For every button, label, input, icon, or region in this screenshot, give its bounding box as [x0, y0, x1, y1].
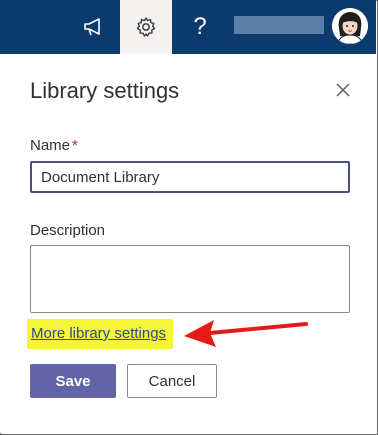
cancel-button[interactable]: Cancel — [127, 364, 217, 398]
description-label: Description — [30, 222, 106, 239]
user-name-redacted — [234, 16, 324, 34]
annotation-arrow-icon — [184, 320, 308, 347]
name-label: Name * — [30, 137, 78, 154]
settings-button[interactable] — [120, 0, 172, 54]
library-settings-panel: Library settings Name * Document Library … — [0, 54, 376, 433]
avatar[interactable] — [332, 8, 368, 44]
description-textarea[interactable] — [30, 245, 350, 313]
close-button[interactable] — [333, 80, 353, 100]
megaphone-icon — [84, 18, 100, 36]
top-bar: ? — [0, 0, 376, 54]
gear-icon — [136, 17, 156, 37]
name-input[interactable]: Document Library — [30, 161, 350, 193]
save-button[interactable]: Save — [30, 364, 116, 398]
panel-title: Library settings — [30, 78, 180, 103]
close-icon — [336, 83, 350, 97]
name-input-value: Document Library — [41, 168, 160, 186]
megaphone-button[interactable] — [68, 0, 120, 54]
required-marker: * — [72, 137, 78, 154]
help-button[interactable]: ? — [174, 0, 226, 54]
more-library-settings-link[interactable]: More library settings — [31, 325, 166, 342]
help-icon: ? — [193, 13, 207, 40]
name-label-text: Name — [30, 137, 71, 154]
avatar-icon — [332, 8, 368, 44]
